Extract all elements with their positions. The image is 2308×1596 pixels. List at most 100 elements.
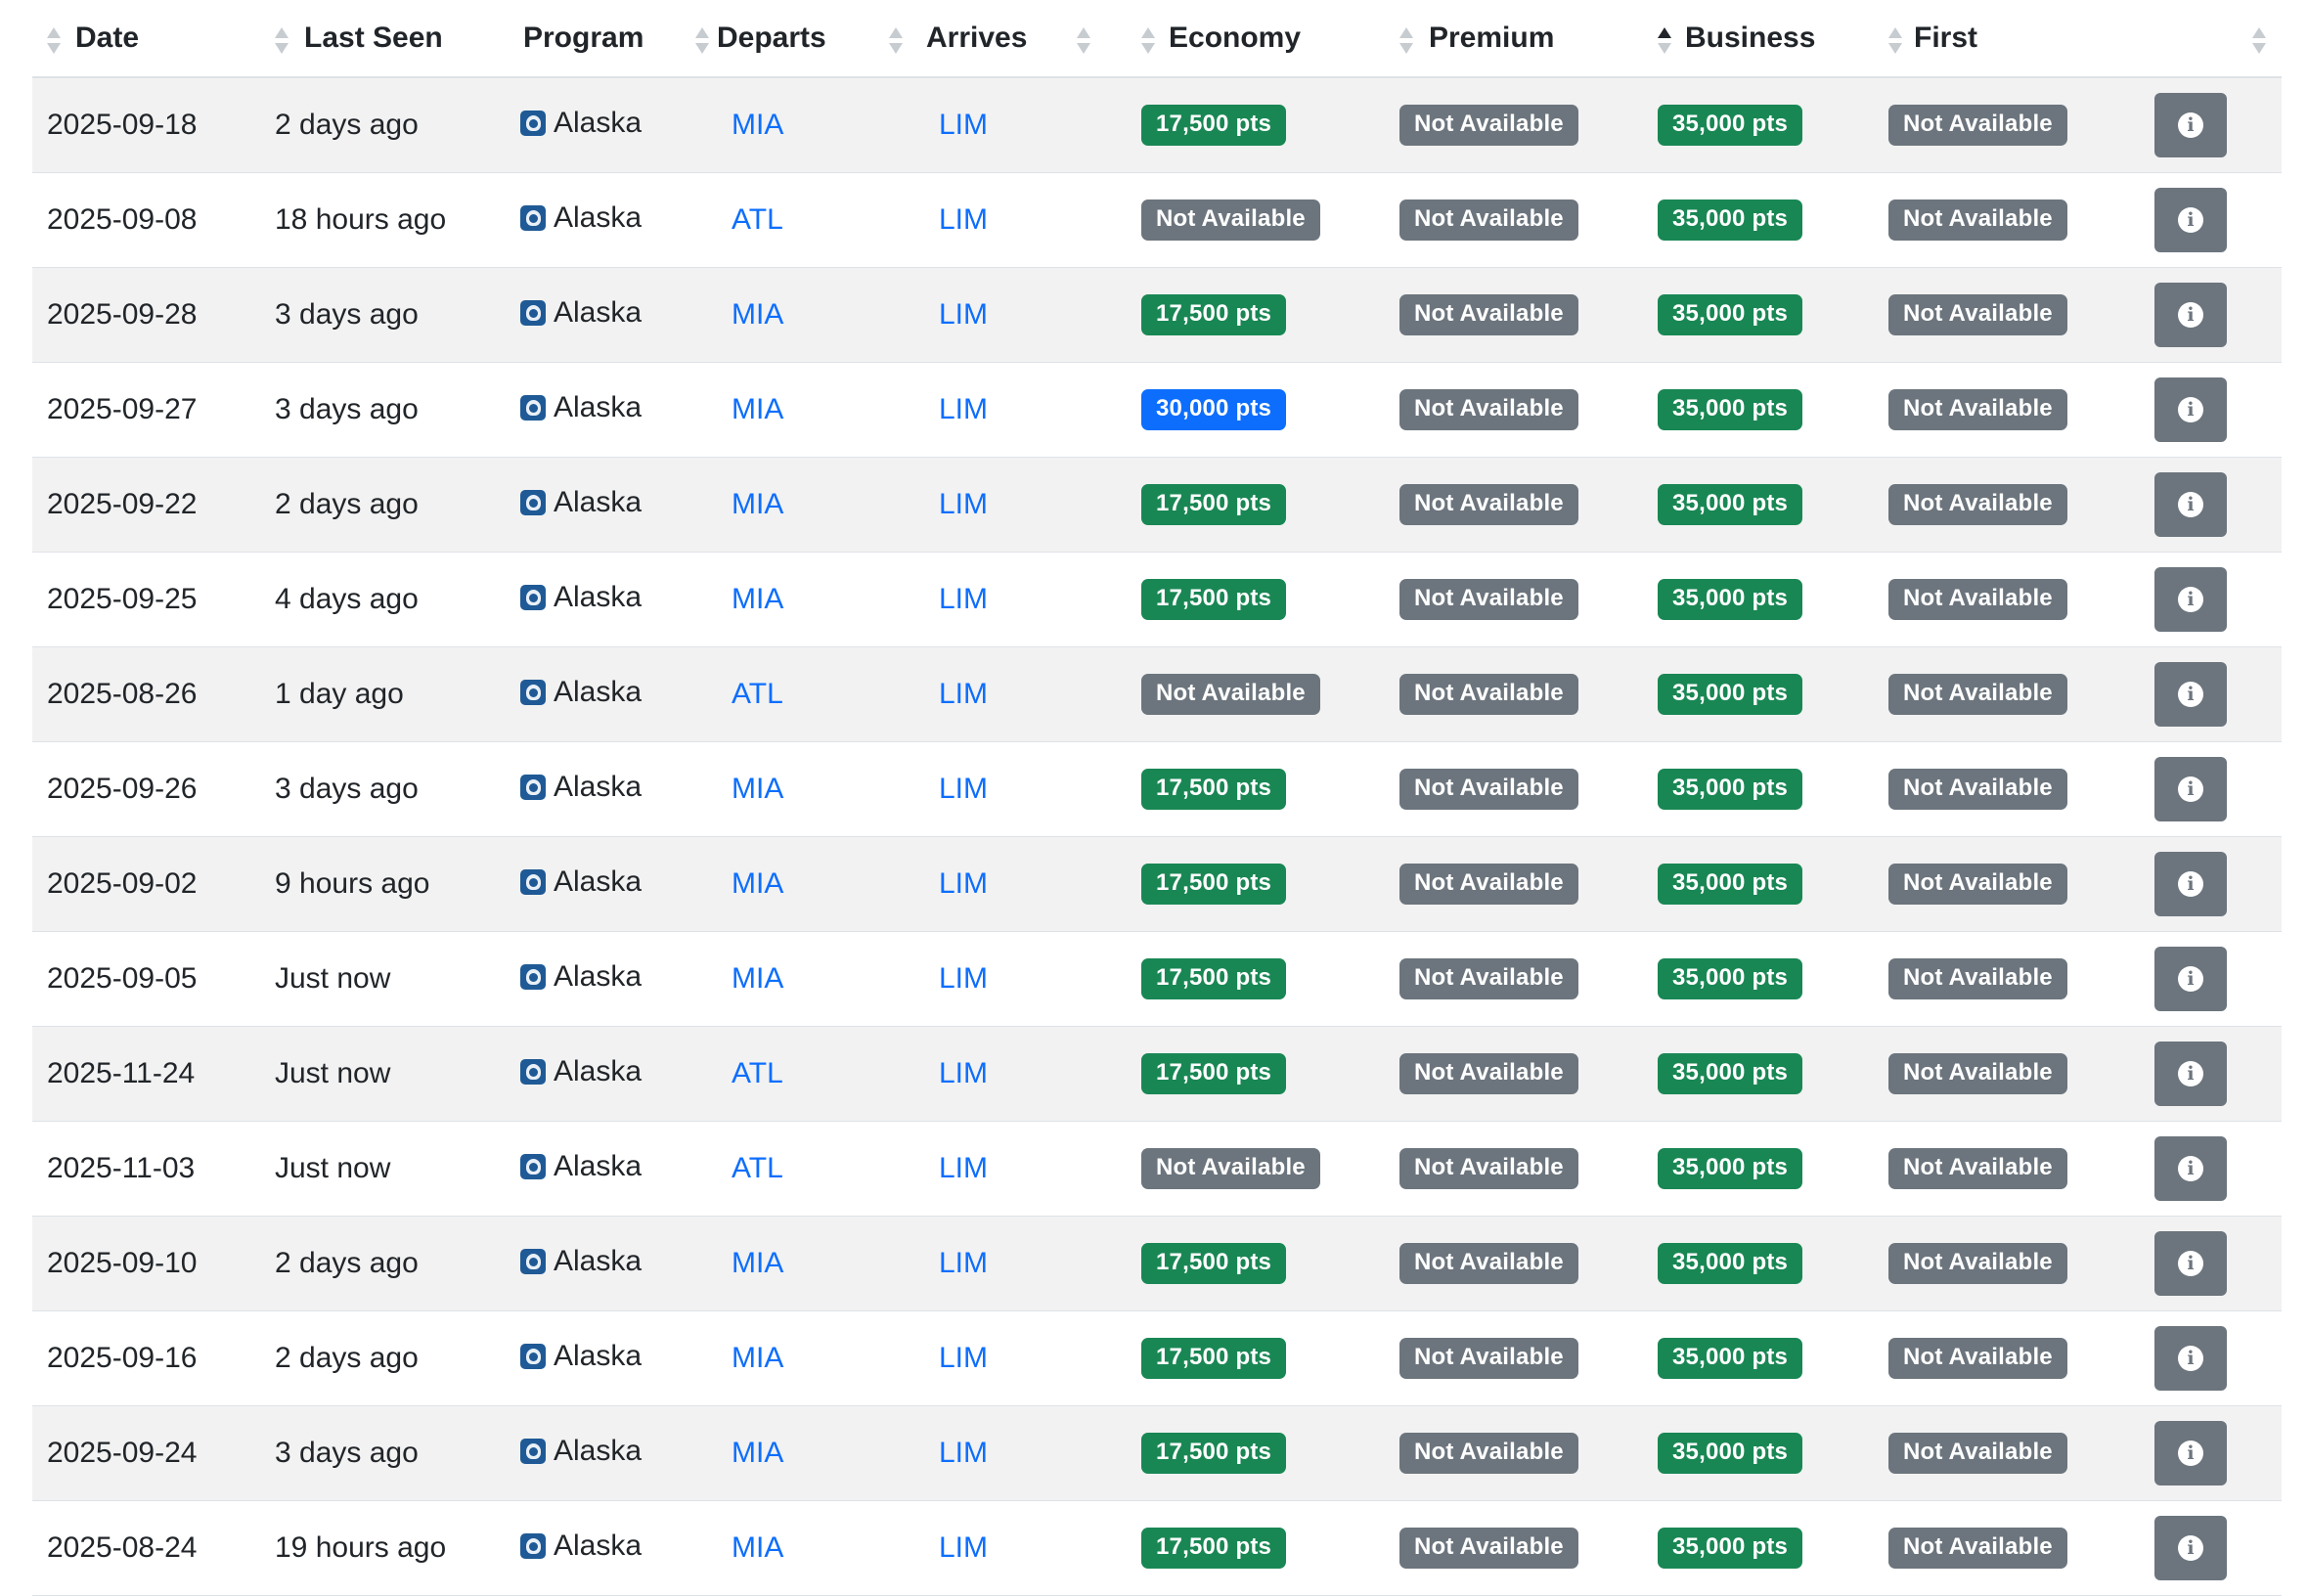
- business-badge[interactable]: 35,000 pts: [1658, 1053, 1803, 1094]
- economy-badge[interactable]: 17,500 pts: [1141, 1528, 1287, 1569]
- premium-badge[interactable]: Not Available: [1399, 1148, 1578, 1189]
- arrives-link[interactable]: LIM: [939, 1057, 988, 1089]
- economy-badge[interactable]: 17,500 pts: [1141, 1433, 1287, 1474]
- first-badge[interactable]: Not Available: [1888, 1243, 2067, 1284]
- info-button[interactable]: i: [2154, 567, 2227, 632]
- info-button[interactable]: i: [2154, 377, 2227, 442]
- first-badge[interactable]: Not Available: [1888, 484, 2067, 525]
- economy-badge[interactable]: 30,000 pts: [1141, 389, 1287, 430]
- premium-badge[interactable]: Not Available: [1399, 769, 1578, 810]
- arrives-link[interactable]: LIM: [939, 1247, 988, 1279]
- departs-link[interactable]: MIA: [732, 488, 783, 520]
- first-badge[interactable]: Not Available: [1888, 864, 2067, 905]
- arrives-link[interactable]: LIM: [939, 393, 988, 425]
- business-badge[interactable]: 35,000 pts: [1658, 105, 1803, 146]
- business-badge[interactable]: 35,000 pts: [1658, 1243, 1803, 1284]
- first-badge[interactable]: Not Available: [1888, 389, 2067, 430]
- departs-link[interactable]: MIA: [732, 109, 783, 141]
- departs-link[interactable]: MIA: [732, 1247, 783, 1279]
- business-badge[interactable]: 35,000 pts: [1658, 294, 1803, 335]
- premium-badge[interactable]: Not Available: [1399, 1528, 1578, 1569]
- arrives-link[interactable]: LIM: [939, 773, 988, 805]
- business-badge[interactable]: 35,000 pts: [1658, 200, 1803, 241]
- departs-link[interactable]: MIA: [732, 867, 783, 900]
- premium-badge[interactable]: Not Available: [1399, 1053, 1578, 1094]
- info-button[interactable]: i: [2154, 1231, 2227, 1296]
- departs-link[interactable]: ATL: [732, 1057, 783, 1089]
- departs-link[interactable]: ATL: [732, 1152, 783, 1184]
- economy-badge[interactable]: Not Available: [1141, 1148, 1320, 1189]
- departs-link[interactable]: MIA: [732, 962, 783, 995]
- arrives-link[interactable]: LIM: [939, 1531, 988, 1564]
- premium-badge[interactable]: Not Available: [1399, 1433, 1578, 1474]
- premium-badge[interactable]: Not Available: [1399, 1338, 1578, 1379]
- column-header-last-seen[interactable]: Last Seen: [269, 0, 506, 78]
- departs-link[interactable]: MIA: [732, 298, 783, 331]
- premium-badge[interactable]: Not Available: [1399, 105, 1578, 146]
- business-badge[interactable]: 35,000 pts: [1658, 769, 1803, 810]
- first-badge[interactable]: Not Available: [1888, 1053, 2067, 1094]
- column-header-first[interactable]: First: [1885, 0, 2143, 78]
- arrives-link[interactable]: LIM: [939, 488, 988, 520]
- premium-badge[interactable]: Not Available: [1399, 864, 1578, 905]
- economy-badge[interactable]: 17,500 pts: [1141, 105, 1287, 146]
- info-button[interactable]: i: [2154, 1042, 2227, 1106]
- info-button[interactable]: i: [2154, 852, 2227, 916]
- arrives-link[interactable]: LIM: [939, 298, 988, 331]
- arrives-link[interactable]: LIM: [939, 867, 988, 900]
- business-badge[interactable]: 35,000 pts: [1658, 958, 1803, 999]
- economy-badge[interactable]: Not Available: [1141, 200, 1320, 241]
- business-badge[interactable]: 35,000 pts: [1658, 1338, 1803, 1379]
- arrives-link[interactable]: LIM: [939, 678, 988, 710]
- info-button[interactable]: i: [2154, 1516, 2227, 1580]
- first-badge[interactable]: Not Available: [1888, 105, 2067, 146]
- column-header-arrives[interactable]: Arrives: [926, 0, 1124, 78]
- info-button[interactable]: i: [2154, 1421, 2227, 1485]
- column-header-departs[interactable]: Departs: [717, 0, 930, 78]
- column-header-business[interactable]: Business: [1640, 0, 1885, 78]
- info-button[interactable]: i: [2154, 283, 2227, 347]
- business-badge[interactable]: 35,000 pts: [1658, 389, 1803, 430]
- departs-link[interactable]: MIA: [732, 1531, 783, 1564]
- info-button[interactable]: i: [2154, 662, 2227, 727]
- economy-badge[interactable]: 17,500 pts: [1141, 1053, 1287, 1094]
- premium-badge[interactable]: Not Available: [1399, 958, 1578, 999]
- first-badge[interactable]: Not Available: [1888, 769, 2067, 810]
- first-badge[interactable]: Not Available: [1888, 1148, 2067, 1189]
- first-badge[interactable]: Not Available: [1888, 294, 2067, 335]
- arrives-link[interactable]: LIM: [939, 583, 988, 615]
- first-badge[interactable]: Not Available: [1888, 579, 2067, 620]
- arrives-link[interactable]: LIM: [939, 962, 988, 995]
- economy-badge[interactable]: Not Available: [1141, 674, 1320, 715]
- info-button[interactable]: i: [2154, 947, 2227, 1011]
- departs-link[interactable]: ATL: [732, 678, 783, 710]
- economy-badge[interactable]: 17,500 pts: [1141, 958, 1287, 999]
- departs-link[interactable]: ATL: [732, 203, 783, 236]
- economy-badge[interactable]: 17,500 pts: [1141, 484, 1287, 525]
- first-badge[interactable]: Not Available: [1888, 200, 2067, 241]
- first-badge[interactable]: Not Available: [1888, 1433, 2067, 1474]
- first-badge[interactable]: Not Available: [1888, 674, 2067, 715]
- premium-badge[interactable]: Not Available: [1399, 579, 1578, 620]
- economy-badge[interactable]: 17,500 pts: [1141, 579, 1287, 620]
- business-badge[interactable]: 35,000 pts: [1658, 579, 1803, 620]
- first-badge[interactable]: Not Available: [1888, 1528, 2067, 1569]
- departs-link[interactable]: MIA: [732, 583, 783, 615]
- info-button[interactable]: i: [2154, 1136, 2227, 1201]
- premium-badge[interactable]: Not Available: [1399, 200, 1578, 241]
- economy-badge[interactable]: 17,500 pts: [1141, 294, 1287, 335]
- premium-badge[interactable]: Not Available: [1399, 1243, 1578, 1284]
- premium-badge[interactable]: Not Available: [1399, 294, 1578, 335]
- departs-link[interactable]: MIA: [732, 1437, 783, 1469]
- info-button[interactable]: i: [2154, 93, 2227, 157]
- departs-link[interactable]: MIA: [732, 1342, 783, 1374]
- first-badge[interactable]: Not Available: [1888, 1338, 2067, 1379]
- column-header-program[interactable]: Program: [506, 0, 723, 78]
- premium-badge[interactable]: Not Available: [1399, 674, 1578, 715]
- arrives-link[interactable]: LIM: [939, 109, 988, 141]
- economy-badge[interactable]: 17,500 pts: [1141, 864, 1287, 905]
- economy-badge[interactable]: 17,500 pts: [1141, 1243, 1287, 1284]
- arrives-link[interactable]: LIM: [939, 1437, 988, 1469]
- premium-badge[interactable]: Not Available: [1399, 389, 1578, 430]
- departs-link[interactable]: MIA: [732, 773, 783, 805]
